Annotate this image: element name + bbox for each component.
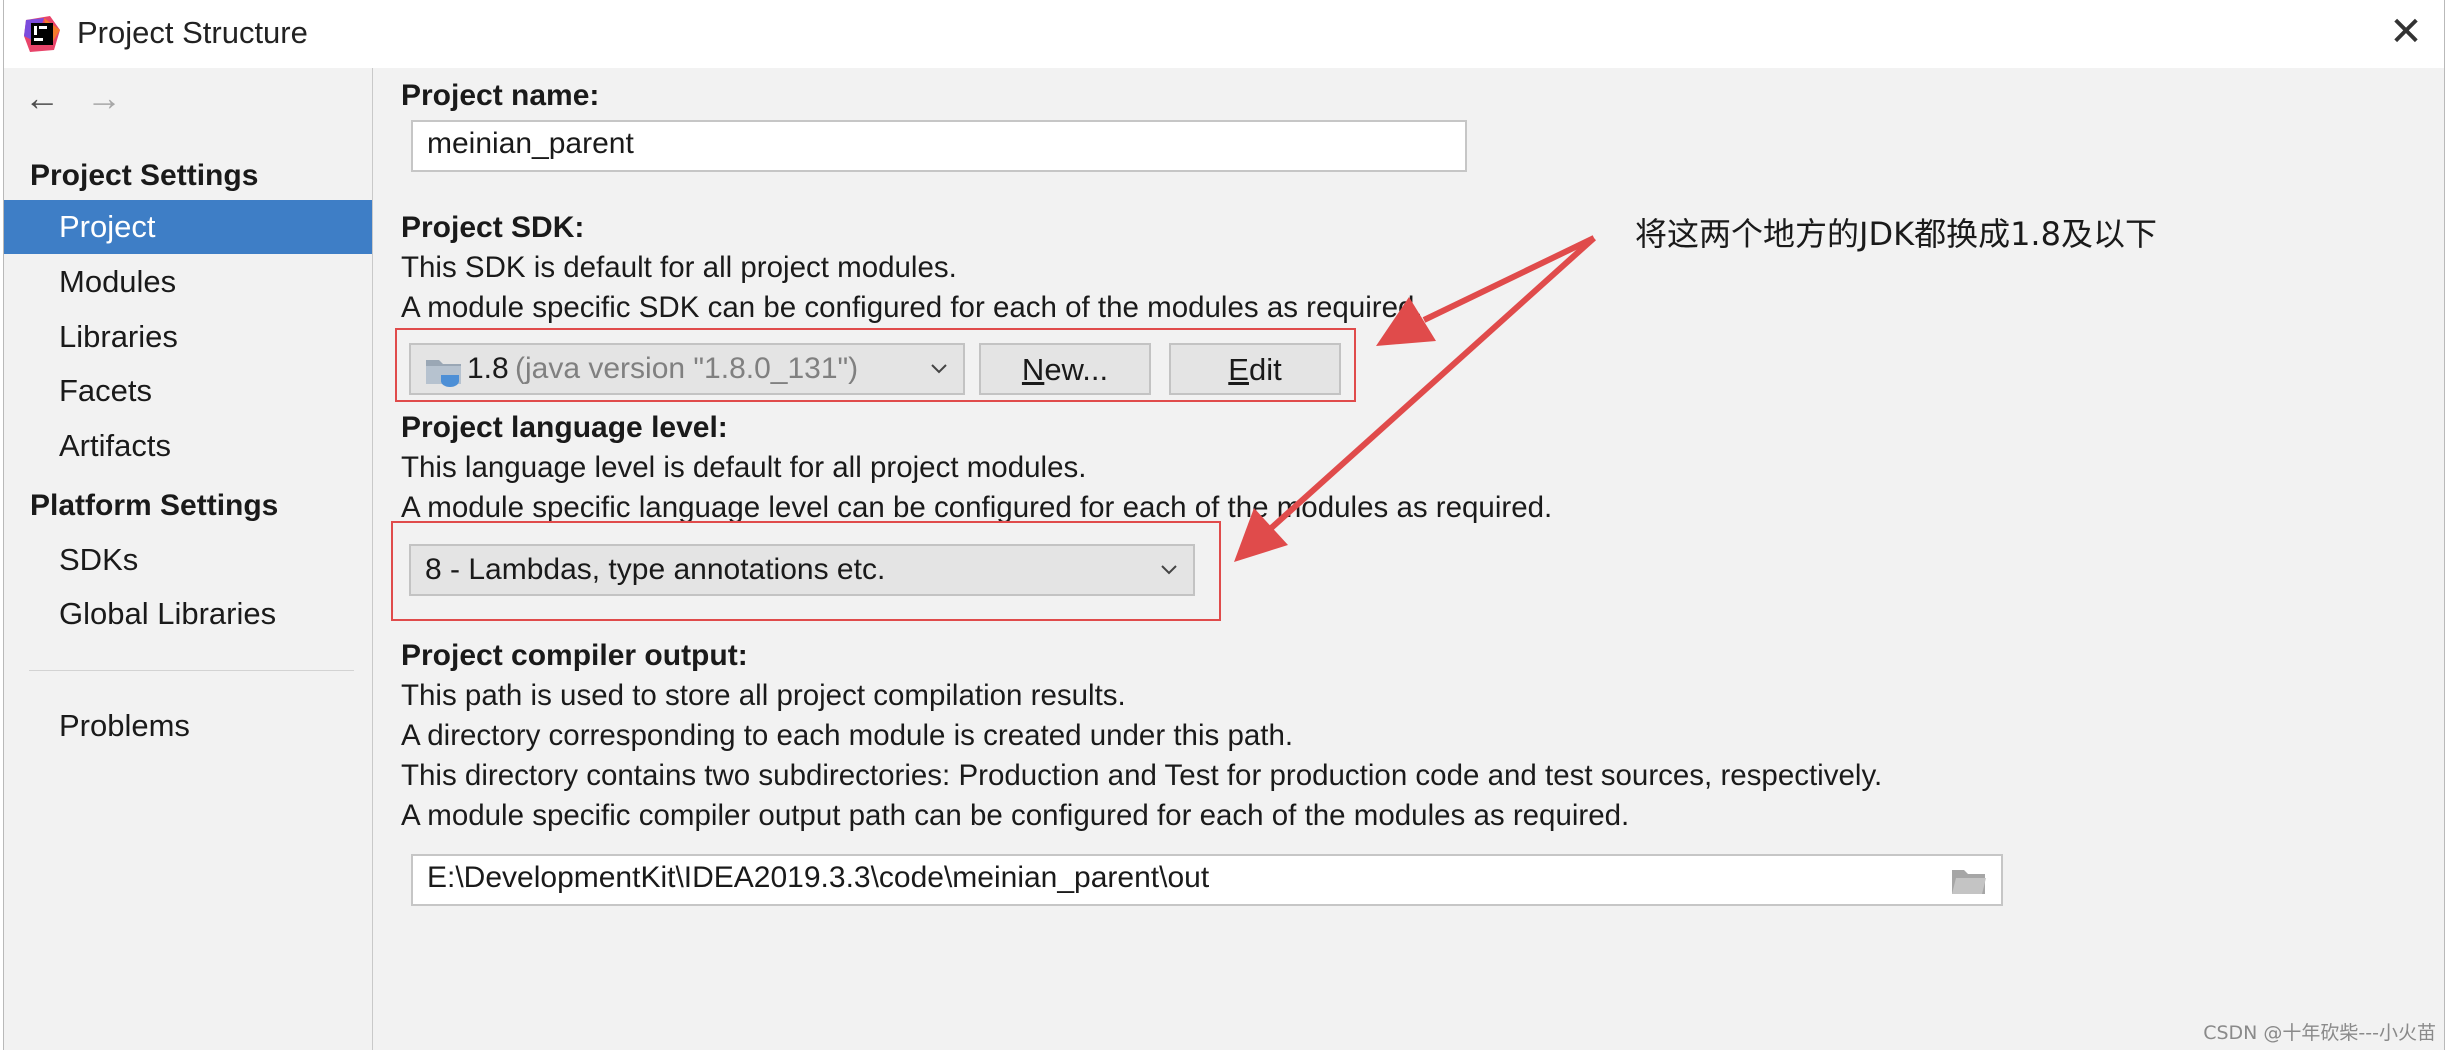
- sidebar-item-modules[interactable]: Modules: [4, 255, 372, 309]
- csdn-watermark: CSDN @十年砍柴---小火苗: [2203, 1022, 2436, 1044]
- language-level-label: Project language level:: [401, 411, 728, 444]
- sidebar-item-artifacts[interactable]: Artifacts: [4, 419, 372, 473]
- compiler-output-input[interactable]: E:\DevelopmentKit\IDEA2019.3.3\code\mein…: [411, 854, 2003, 906]
- sdk-edit-label: dit: [1248, 352, 1282, 387]
- window-title: Project Structure: [77, 15, 308, 50]
- sdk-new-mnemonic: N: [1021, 352, 1045, 387]
- project-name-input[interactable]: meinian_parent: [411, 120, 1467, 172]
- project-structure-dialog: Project Structure ✕ ← → Project Settings…: [3, 0, 2445, 1050]
- chevron-down-icon: [1161, 565, 1177, 575]
- output-description-4: A module specific compiler output path c…: [401, 799, 1630, 832]
- sidebar-item-facets[interactable]: Facets: [4, 364, 372, 418]
- title-bar: Project Structure ✕: [4, 0, 2444, 68]
- sidebar-divider: [29, 670, 354, 671]
- sidebar-item-project[interactable]: Project: [4, 200, 372, 254]
- sidebar-item-global-libraries[interactable]: Global Libraries: [4, 587, 372, 641]
- sidebar-item-libraries[interactable]: Libraries: [4, 310, 372, 364]
- jdk-folder-icon: [426, 360, 461, 387]
- language-level-value: 8 - Lambdas, type annotations etc.: [425, 553, 886, 586]
- annotation-text: 将这两个地方的JDK都换成1.8及以下: [1635, 215, 2157, 253]
- folder-browse-icon[interactable]: [1951, 867, 1987, 895]
- back-arrow-icon[interactable]: ←: [24, 78, 60, 118]
- output-description-3: This directory contains two subdirectori…: [401, 759, 1883, 792]
- sdk-value: 1.8: [467, 352, 509, 385]
- forward-arrow-icon[interactable]: →: [86, 78, 122, 118]
- compiler-output-path: E:\DevelopmentKit\IDEA2019.3.3\code\mein…: [427, 861, 1210, 894]
- close-icon[interactable]: ✕: [2386, 12, 2426, 52]
- project-sdk-label: Project SDK:: [401, 211, 585, 244]
- platform-settings-header: Platform Settings: [30, 489, 279, 522]
- sdk-description-2: A module specific SDK can be configured …: [401, 291, 1423, 324]
- sdk-new-label: ew...: [1044, 352, 1109, 387]
- project-name-label: Project name:: [401, 79, 600, 112]
- compiler-output-label: Project compiler output:: [401, 639, 748, 672]
- output-description-2: A directory corresponding to each module…: [401, 719, 1294, 752]
- sdk-new-button[interactable]: New...: [979, 343, 1151, 395]
- project-settings-header: Project Settings: [30, 159, 259, 192]
- chevron-down-icon: [931, 364, 947, 374]
- sdk-version-text: (java version "1.8.0_131"): [515, 352, 859, 385]
- sdk-description-1: This SDK is default for all project modu…: [401, 251, 957, 284]
- output-description-1: This path is used to store all project c…: [401, 679, 1126, 712]
- language-description-1: This language level is default for all p…: [401, 451, 1087, 484]
- sdk-edit-mnemonic: E: [1228, 352, 1249, 387]
- sidebar: ← → Project Settings Project Modules Lib…: [4, 68, 373, 1050]
- intellij-app-icon: [24, 16, 60, 52]
- project-sdk-dropdown[interactable]: 1.8 (java version "1.8.0_131"): [409, 343, 965, 395]
- language-level-dropdown[interactable]: 8 - Lambdas, type annotations etc.: [409, 544, 1195, 596]
- sidebar-item-sdks[interactable]: SDKs: [4, 533, 372, 587]
- project-settings-panel: Project name: meinian_parent Project SDK…: [373, 68, 2444, 1050]
- sdk-edit-button[interactable]: Edit: [1169, 343, 1341, 395]
- sidebar-item-problems[interactable]: Problems: [4, 699, 372, 753]
